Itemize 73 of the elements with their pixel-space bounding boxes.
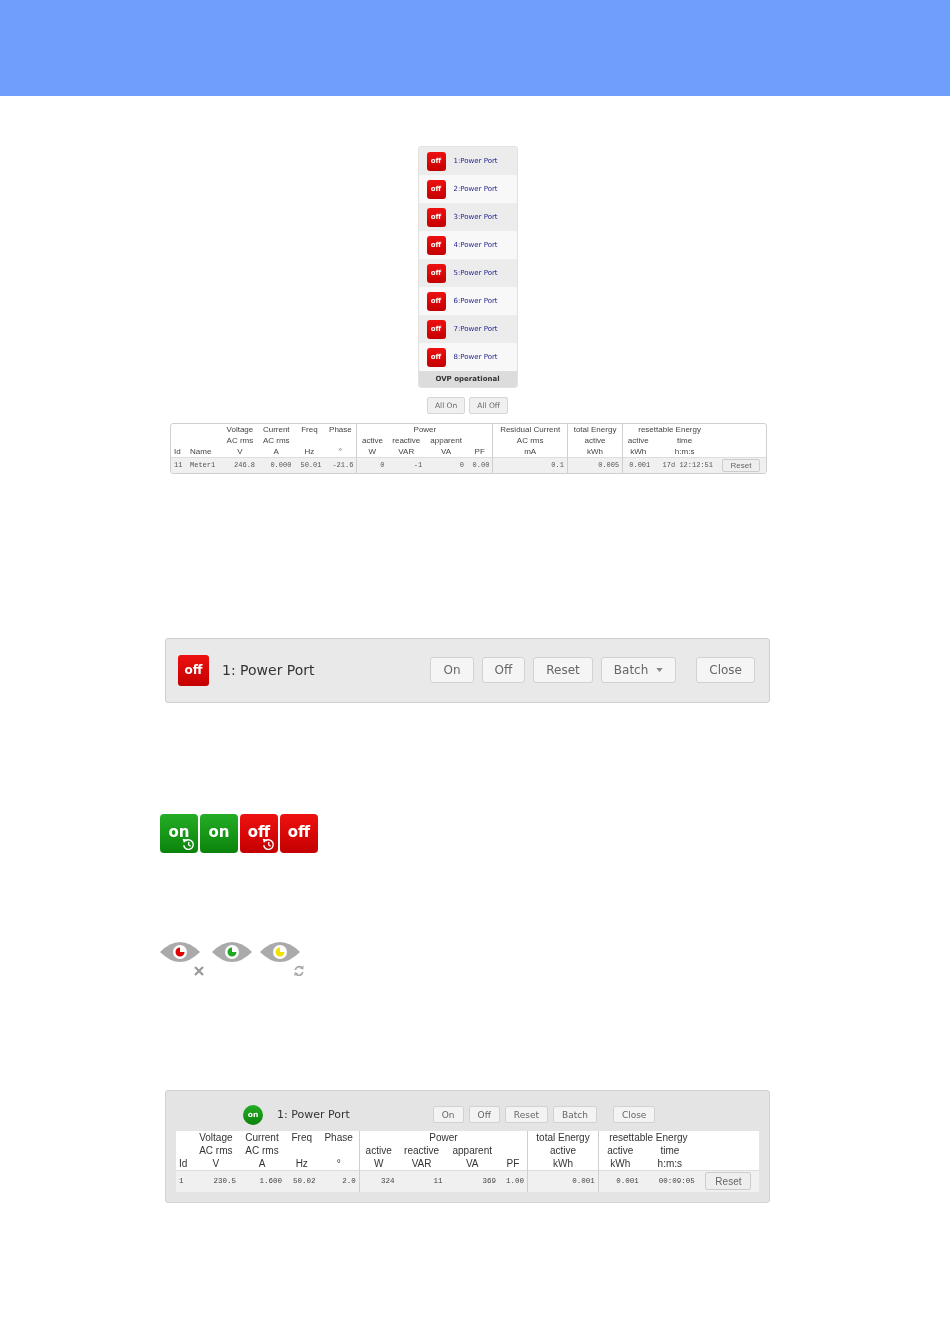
column-header: Id <box>171 446 187 458</box>
column-group-header: Power <box>359 1130 528 1144</box>
eye-cross-icon <box>160 941 204 976</box>
column-header: Current <box>261 424 291 435</box>
column-header: ° <box>324 446 357 458</box>
column-group-header: resettable Energy <box>622 424 716 435</box>
column-header: h:m:s <box>641 1156 698 1170</box>
column-header: total Energy <box>567 424 623 435</box>
window-button[interactable]: Close <box>612 1106 656 1123</box>
dialog-button[interactable]: On <box>430 657 474 683</box>
column-header: apparent <box>451 1143 493 1157</box>
dialog-button[interactable]: Batch <box>600 657 677 683</box>
column-header: active <box>359 1143 398 1157</box>
column-header: active <box>356 435 388 446</box>
column-header: ° <box>318 1156 360 1170</box>
column-group-header: Power <box>356 424 493 435</box>
column-header: Freq <box>300 424 319 435</box>
column-header: total Energy <box>527 1130 599 1144</box>
column-header: A <box>238 1156 286 1170</box>
column-header: Name <box>187 446 222 458</box>
column-header: AC rms <box>244 1143 280 1157</box>
column-group-header: resettable Energy <box>598 1130 698 1144</box>
column-header: Hz <box>285 1156 319 1170</box>
column-header: reactive <box>403 1143 441 1157</box>
window-title: 1: Power Port <box>277 1108 350 1121</box>
column-header: active <box>622 435 654 446</box>
eye-refresh-icon <box>260 941 304 976</box>
window-button[interactable]: Reset <box>504 1106 548 1123</box>
state-toggle[interactable]: on <box>160 813 198 853</box>
eye-icon <box>212 941 252 962</box>
column-header: Voltage <box>198 1130 234 1144</box>
column-header: Phase <box>318 1130 360 1144</box>
column-header: AC rms <box>492 435 568 446</box>
column-header: VA <box>445 1156 499 1170</box>
column-header: PF <box>498 1156 528 1170</box>
column-header: V <box>221 446 259 458</box>
column-header: Id <box>176 1156 193 1170</box>
window-button[interactable]: Off <box>468 1106 500 1123</box>
column-header: active <box>567 435 623 446</box>
reset-button[interactable]: Reset <box>705 1172 752 1191</box>
column-header: Freq <box>290 1130 314 1144</box>
column-header: VAR <box>397 1156 446 1170</box>
column-header: reactive <box>391 435 422 446</box>
column-header: Phase <box>324 424 357 435</box>
column-header: time <box>676 435 694 446</box>
state-toggle[interactable]: on <box>200 813 238 853</box>
state-toggle[interactable]: off <box>280 813 318 853</box>
column-header: AC rms <box>225 435 255 446</box>
column-header: V <box>192 1156 239 1170</box>
column-header: active <box>598 1143 642 1157</box>
column-header: h:m:s <box>653 446 716 458</box>
column-header: apparent <box>429 435 463 446</box>
column-header: Voltage <box>225 424 255 435</box>
port-toggle[interactable]: off <box>178 654 209 686</box>
column-header: AC rms <box>198 1143 234 1157</box>
column-header: AC rms <box>261 435 291 446</box>
column-header: Current <box>244 1130 280 1144</box>
column-header: Residual Current <box>492 424 568 435</box>
dialog-button[interactable]: Close <box>696 657 755 683</box>
window-button[interactable]: Batch <box>553 1106 597 1123</box>
dialog-button[interactable]: Off <box>481 657 526 683</box>
column-header: VA <box>425 446 467 458</box>
column-header: Hz <box>294 446 325 458</box>
column-header: time <box>659 1143 681 1157</box>
column-header: A <box>258 446 295 458</box>
column-header: active <box>527 1143 599 1157</box>
column-header: VAR <box>387 446 426 458</box>
dialog-title: 1: Power Port <box>222 662 315 678</box>
reset-button[interactable]: Reset <box>721 458 761 472</box>
dialog-button[interactable]: Reset <box>533 657 593 683</box>
column-header: PF <box>467 446 493 458</box>
state-toggle[interactable]: off <box>240 813 278 853</box>
window-button[interactable]: On <box>432 1106 464 1123</box>
